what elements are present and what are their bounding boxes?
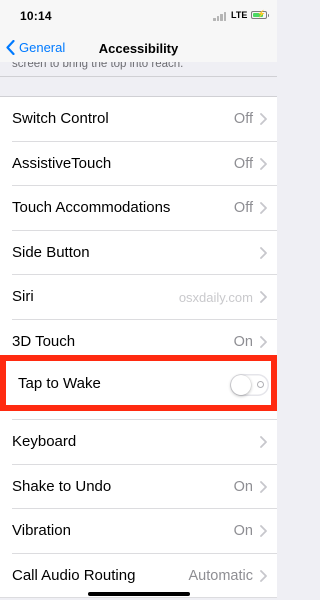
chevron-right-icon <box>260 157 267 170</box>
chevron-right-icon <box>260 480 267 493</box>
row-keyboard[interactable]: Keyboard <box>0 420 277 465</box>
chevron-right-icon <box>260 291 267 303</box>
row-label: AssistiveTouch <box>12 154 112 172</box>
row-label: Tap to Wake <box>18 375 101 392</box>
network-type: LTE <box>231 10 248 20</box>
signal-strength-icon <box>213 12 229 21</box>
row-label: 3D Touch <box>12 332 76 350</box>
row-value: Automatic <box>188 567 253 584</box>
chevron-right-icon <box>260 202 267 214</box>
tap-to-wake-toggle[interactable] <box>230 374 269 396</box>
status-time: 10:14 <box>20 9 52 23</box>
row-label: Switch Control <box>12 110 109 127</box>
section-footer-text: screen to bring the top into reach. <box>12 62 184 70</box>
row-value: Off <box>233 111 253 127</box>
row-label: Keyboard <box>12 433 77 450</box>
toggle-off-indicator-icon <box>257 381 264 388</box>
chevron-right-icon <box>260 525 267 537</box>
page-title: Accessibility <box>98 41 179 56</box>
battery-icon: ⚡ <box>251 11 269 19</box>
row-assistivetouch[interactable]: AssistiveTouch Off <box>0 141 277 186</box>
row-vibration[interactable]: Vibration On <box>0 509 277 554</box>
status-bar: 10:14 LTE ⚡ <box>0 0 277 32</box>
row-label: Side Button <box>12 243 90 261</box>
chevron-right-icon <box>260 436 267 448</box>
row-label: Touch Accommodations <box>12 199 171 216</box>
row-touch-accommodations[interactable]: Touch Accommodations Off <box>0 186 277 231</box>
row-value: On <box>233 523 253 539</box>
watermark-text: osxdaily.com <box>178 290 253 305</box>
charging-bolt-icon: ⚡ <box>257 11 266 18</box>
row-value: Off <box>233 200 253 216</box>
row-switch-control[interactable]: Switch Control Off <box>0 97 277 142</box>
chevron-right-icon <box>260 335 267 348</box>
row-value: On <box>233 478 253 495</box>
row-shake-to-undo[interactable]: Shake to Undo On <box>0 464 277 509</box>
section-footer: screen to bring the top into reach. <box>0 62 277 77</box>
toggle-knob <box>231 375 251 395</box>
row-side-button[interactable]: Side Button <box>0 230 277 275</box>
row-label: Vibration <box>12 522 71 539</box>
chevron-right-icon <box>260 113 267 125</box>
row-value: Off <box>233 155 253 172</box>
row-label: Call Audio Routing <box>12 566 136 584</box>
settings-list: Switch Control Off AssistiveTouch Off To… <box>0 96 277 598</box>
highlighted-row-tap-to-wake[interactable]: Tap to Wake <box>0 355 277 411</box>
home-indicator[interactable] <box>88 592 190 596</box>
row-label: Siri <box>12 288 34 305</box>
chevron-right-icon <box>260 246 267 259</box>
navigation-bar: General Accessibility <box>0 32 277 62</box>
row-value: On <box>233 333 253 350</box>
row-label: Shake to Undo <box>12 477 112 495</box>
chevron-right-icon <box>260 569 267 582</box>
row-siri[interactable]: Siri osxdaily.com <box>0 275 277 320</box>
